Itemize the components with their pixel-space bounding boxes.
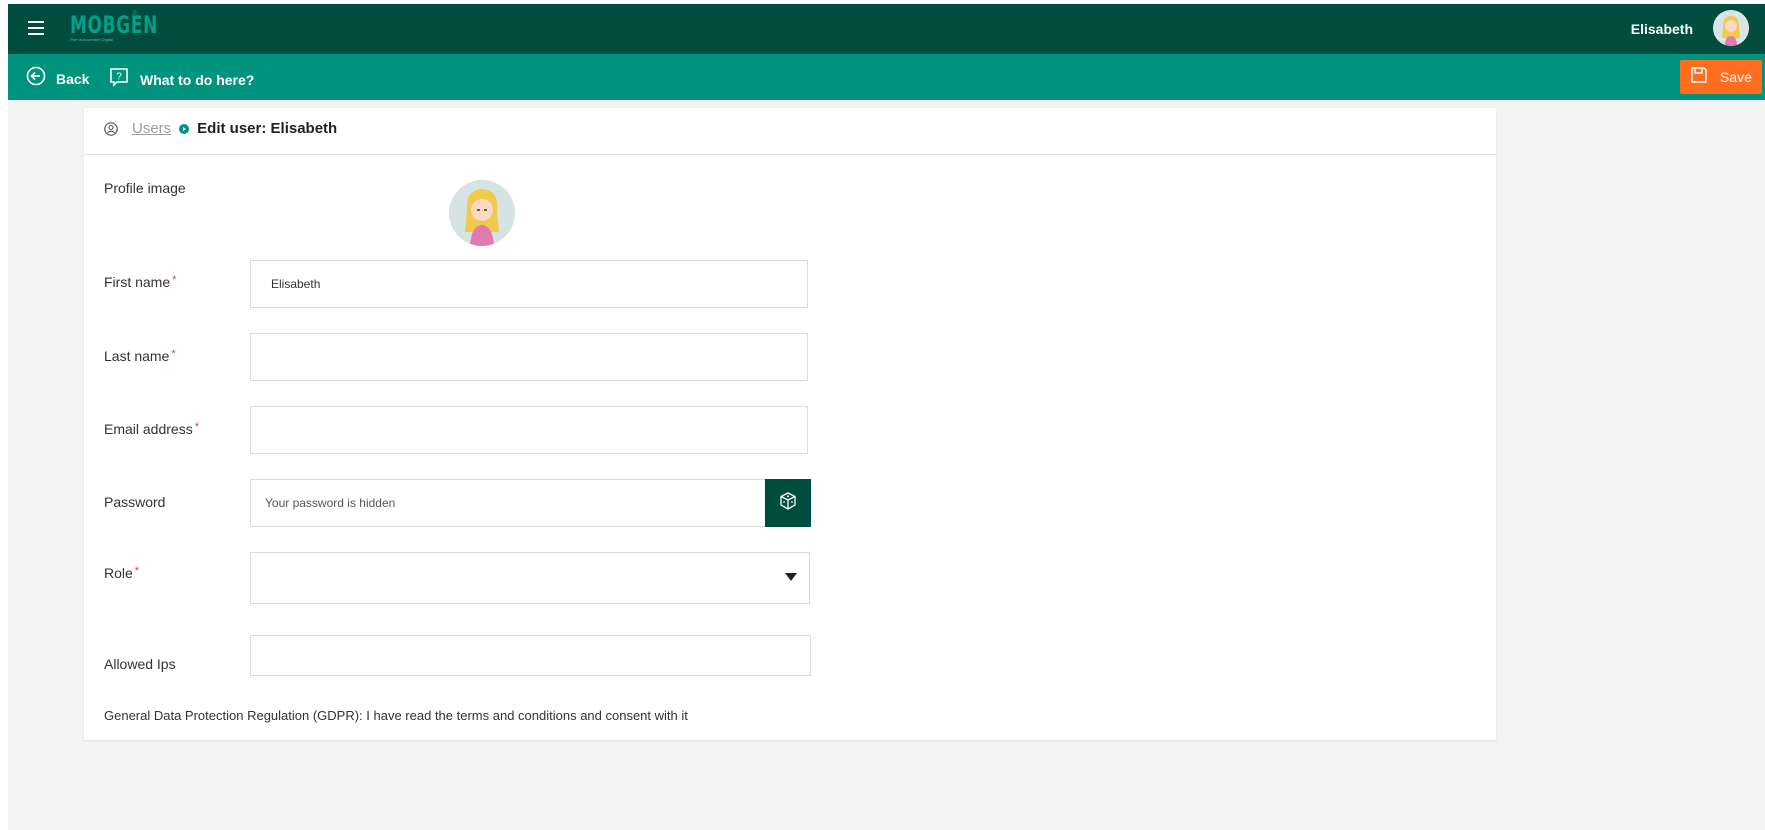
hamburger-menu-icon[interactable]	[28, 21, 44, 35]
required-marker: *	[171, 348, 176, 360]
dice-icon	[778, 491, 798, 516]
last-name-label-text: Last name	[104, 348, 170, 364]
role-label-text: Role	[104, 565, 133, 581]
user-circle-icon	[104, 121, 118, 136]
email-field[interactable]	[250, 406, 808, 454]
last-name-label: Last name *	[104, 348, 176, 364]
edit-user-card: Users Edit user: Elisabeth Profile image…	[84, 108, 1496, 740]
email-label-text: Email address	[104, 421, 193, 437]
breadcrumb-current: Edit user: Elisabeth	[197, 120, 338, 137]
card-divider	[84, 154, 1496, 155]
top-bar: MOBGEN ® Part of Accenture Digital Elisa…	[8, 4, 1765, 54]
app-window: MOBGEN ® Part of Accenture Digital Elisa…	[8, 4, 1765, 830]
back-arrow-icon	[26, 66, 46, 91]
save-label: Save	[1720, 69, 1752, 85]
logo-text: MOBGEN	[70, 11, 159, 39]
allowed-ips-label: Allowed Ips	[104, 656, 176, 672]
help-button[interactable]: ? What to do here?	[108, 66, 254, 93]
back-button[interactable]: Back	[26, 66, 89, 91]
gdpr-consent-text: General Data Protection Regulation (GDPR…	[104, 708, 688, 723]
required-marker: *	[172, 274, 177, 286]
breadcrumb-separator-icon	[179, 123, 190, 134]
last-name-field[interactable]	[250, 333, 808, 381]
user-name[interactable]: Elisabeth	[1631, 21, 1693, 37]
first-name-field[interactable]: Elisabeth	[250, 260, 808, 308]
role-select[interactable]	[250, 552, 810, 604]
save-button[interactable]: Save	[1680, 60, 1762, 94]
svg-text:?: ?	[116, 72, 122, 83]
logo: MOBGEN ® Part of Accenture Digital	[70, 9, 183, 42]
profile-image-label: Profile image	[104, 180, 186, 196]
allowed-ips-field[interactable]	[250, 635, 811, 676]
breadcrumb-users-link[interactable]: Users	[132, 120, 171, 137]
required-marker: *	[194, 421, 199, 433]
email-label: Email address *	[104, 421, 199, 437]
caret-down-icon	[785, 573, 797, 581]
save-floppy-icon	[1690, 66, 1708, 89]
profile-image-avatar[interactable]	[449, 180, 515, 246]
role-label: Role *	[104, 565, 139, 581]
first-name-label-text: First name	[104, 274, 171, 290]
breadcrumb: Users Edit user: Elisabeth	[104, 120, 337, 137]
generate-password-button[interactable]	[765, 479, 811, 527]
password-field[interactable]: Your password is hidden	[250, 479, 766, 527]
action-bar: Back ? What to do here? Save	[8, 54, 1765, 100]
back-label: Back	[56, 70, 90, 87]
logo-registered-mark: ®	[132, 9, 138, 18]
help-question-icon: ?	[108, 66, 130, 93]
password-label: Password	[104, 494, 166, 510]
user-avatar-icon[interactable]	[1713, 10, 1749, 46]
help-label: What to do here?	[140, 71, 255, 88]
first-name-label: First name *	[104, 274, 176, 290]
required-marker: *	[134, 565, 140, 577]
